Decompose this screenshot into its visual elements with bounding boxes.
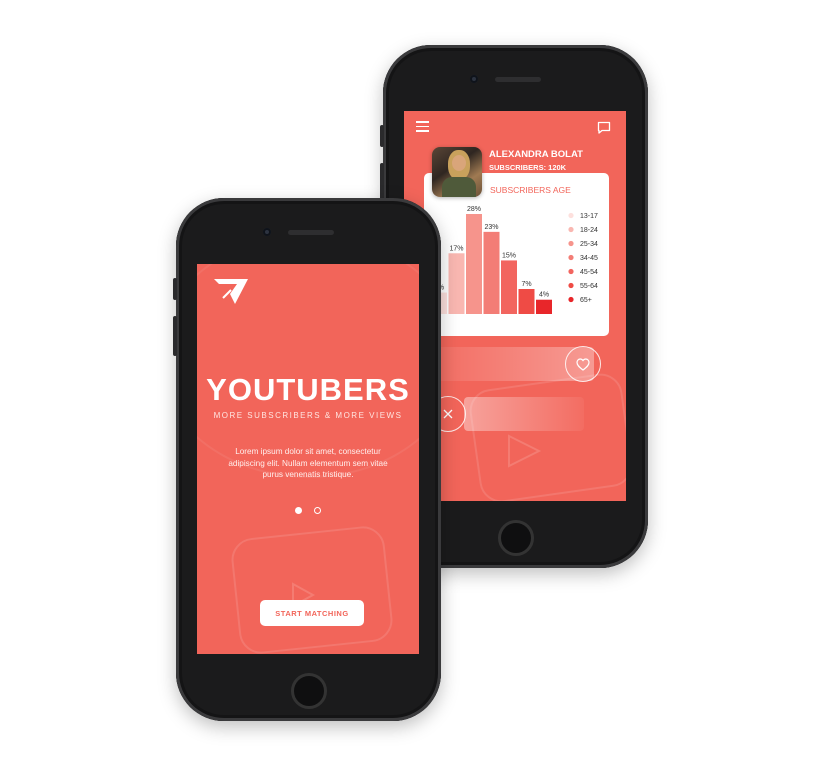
bar-value-label: 23% (484, 224, 498, 231)
legend-label: 55-64 (580, 283, 598, 290)
legend-label: 13-17 (580, 213, 598, 220)
bar-34-45 (483, 231, 500, 314)
profile-name: ALEXANDRA BOLAT (489, 149, 583, 160)
app-subtitle: MORE SUBSCRIBERS & MORE VIEWS (213, 411, 403, 420)
description-text: Lorem ipsum dolor sit amet, consectetur … (228, 447, 388, 479)
page-dot[interactable] (314, 507, 321, 514)
bar-value-label: 15% (502, 252, 516, 259)
dismiss-swipe-track (464, 397, 584, 431)
legend-swatch (568, 254, 574, 261)
bar-value-label: 28% (467, 206, 481, 213)
front-camera (470, 75, 478, 83)
home-button[interactable] (291, 673, 327, 709)
volume-button (173, 316, 177, 356)
heart-icon (576, 357, 590, 371)
legend-swatch (568, 268, 574, 275)
app-logo (214, 279, 248, 304)
chat-icon[interactable] (597, 121, 611, 135)
bar-45-54 (501, 260, 517, 314)
bar-65+ (536, 299, 552, 314)
home-button[interactable] (498, 520, 534, 556)
hamburger-icon[interactable] (416, 121, 429, 132)
bar-25-34 (466, 214, 482, 314)
bar-value-label: 4% (539, 292, 549, 299)
subscriber-count: SUBSCRIBERS: 120K (489, 163, 567, 172)
legend-label: 18-24 (580, 227, 598, 234)
background-play-shape (466, 370, 626, 501)
speaker-grille (495, 77, 541, 82)
legend-label: 25-34 (580, 241, 598, 248)
subscribers-age-chart: 6%17%28%23%15%7%4%13-1718-2425-3434-4545… (431, 206, 598, 314)
app-title: YOUTUBERS (206, 372, 410, 407)
side-button (380, 125, 384, 147)
like-button[interactable] (565, 346, 601, 382)
side-button (173, 278, 177, 300)
legend-swatch (568, 240, 574, 247)
onboarding-screen: YOUTUBERS MORE SUBSCRIBERS & MORE VIEWS … (197, 264, 419, 654)
legend-swatch (568, 296, 574, 303)
bar-55-64 (518, 289, 535, 314)
close-icon (443, 409, 453, 419)
legend-swatch (568, 282, 574, 289)
subscribers-age-card: SUBSCRIBERS AGE 6%17%28%23%15%7%4%13-171… (424, 173, 609, 336)
background-play-icon (508, 434, 542, 468)
legend-label: 45-54 (580, 269, 598, 276)
phone-front: YOUTUBERS MORE SUBSCRIBERS & MORE VIEWS … (173, 198, 441, 721)
page-dot-active[interactable] (295, 507, 302, 514)
bar-value-label: 17% (449, 245, 463, 252)
page-indicator (197, 501, 419, 519)
bar-18-24 (448, 253, 465, 314)
start-matching-button[interactable]: START MATCHING (260, 600, 364, 626)
bar-value-label: 7% (521, 281, 531, 288)
legend-swatch (568, 226, 574, 233)
legend-label: 34-45 (580, 255, 598, 262)
volume-button (380, 163, 384, 203)
speaker-grille (288, 230, 334, 235)
legend-swatch (568, 212, 574, 219)
front-camera (263, 228, 271, 236)
avatar[interactable] (432, 147, 482, 197)
legend-label: 65+ (580, 297, 592, 304)
